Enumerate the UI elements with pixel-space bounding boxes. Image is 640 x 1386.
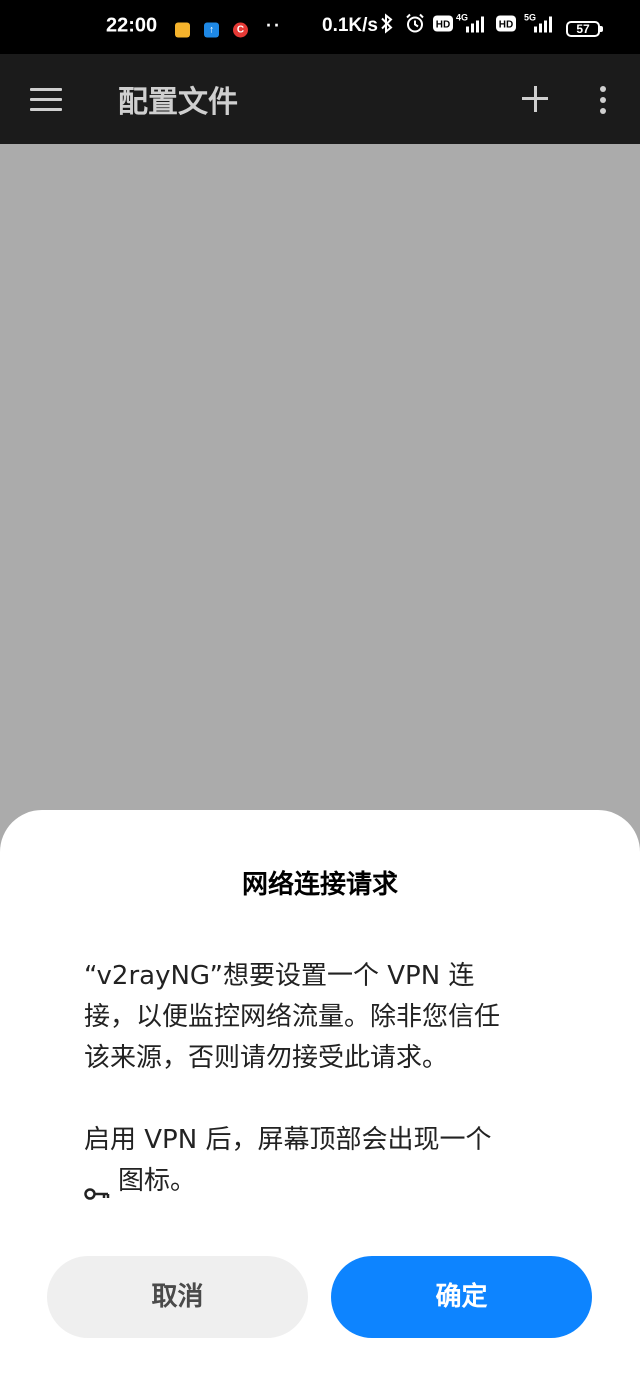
- network-speed: 0.1K/s: [322, 15, 378, 36]
- menu-icon[interactable]: [30, 88, 62, 112]
- status-bar: 22:00 ↑ C ·· 0.1K/s HD 4G HD 5G 57: [0, 0, 640, 54]
- svg-text:4G: 4G: [456, 13, 468, 23]
- message-line: “v2rayNG”想要设置一个 VPN 连: [84, 961, 475, 991]
- message-line: 接，以便监控网络流量。除非您信任: [84, 1002, 501, 1032]
- hd-icon-1: HD: [433, 15, 453, 37]
- add-icon[interactable]: [522, 86, 548, 112]
- message-line: 该来源，否则请勿接受此请求。: [84, 1043, 449, 1073]
- status-time: 22:00: [106, 14, 158, 37]
- upload-notification-icon: ↑: [204, 22, 219, 38]
- more-options-icon[interactable]: [598, 86, 608, 114]
- more-notifications-icon: ··: [266, 15, 282, 36]
- svg-text:HD: HD: [436, 20, 450, 31]
- cancel-button[interactable]: 取消: [47, 1256, 308, 1338]
- vpn-request-dialog: 网络连接请求 “v2rayNG”想要设置一个 VPN 连 接，以便监控网络流量。…: [0, 810, 640, 1386]
- svg-text:5G: 5G: [524, 13, 536, 23]
- message-line-with-icon: 图标。: [84, 1161, 554, 1202]
- battery-icon: 57: [566, 21, 603, 37]
- page-title: 配置文件: [118, 85, 238, 120]
- key-icon: [84, 1173, 110, 1200]
- ok-button[interactable]: 确定: [331, 1256, 592, 1338]
- hd-icon-2: HD: [496, 15, 516, 37]
- bluetooth-icon: [380, 13, 394, 39]
- signal-5g-icon: 5G: [522, 13, 560, 40]
- dialog-message: “v2rayNG”想要设置一个 VPN 连 接，以便监控网络流量。除非您信任 该…: [84, 956, 554, 1202]
- message-line: 启用 VPN 后，屏幕顶部会出现一个: [84, 1125, 492, 1155]
- alarm-icon: [404, 13, 426, 40]
- dialog-title: 网络连接请求: [241, 870, 398, 900]
- message-line-suffix: 图标。: [118, 1166, 197, 1196]
- message-notification-icon: [175, 22, 190, 38]
- signal-4g-icon: 4G: [456, 13, 490, 40]
- app-c-notification-icon: C: [233, 22, 248, 38]
- app-bar: 配置文件: [0, 54, 640, 144]
- svg-text:HD: HD: [499, 20, 513, 31]
